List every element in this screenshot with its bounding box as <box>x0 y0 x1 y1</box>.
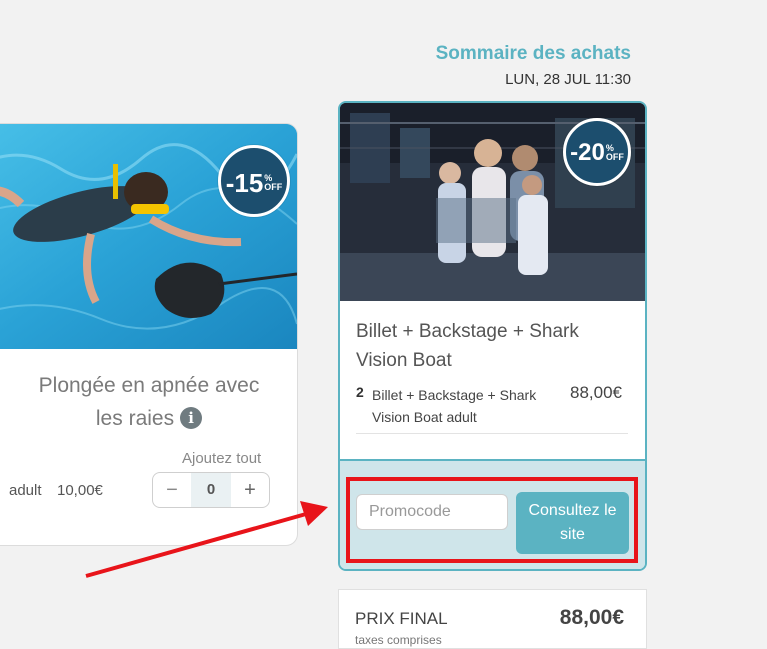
final-price-label: PRIX FINAL <box>355 609 448 628</box>
arrow-annotation <box>85 501 328 578</box>
final-price-value: 88,00€ <box>559 606 624 629</box>
final-price-card: PRIX FINAL taxes comprises 88,00€ <box>338 589 647 649</box>
taxes-included-label: taxes comprises <box>355 633 442 647</box>
